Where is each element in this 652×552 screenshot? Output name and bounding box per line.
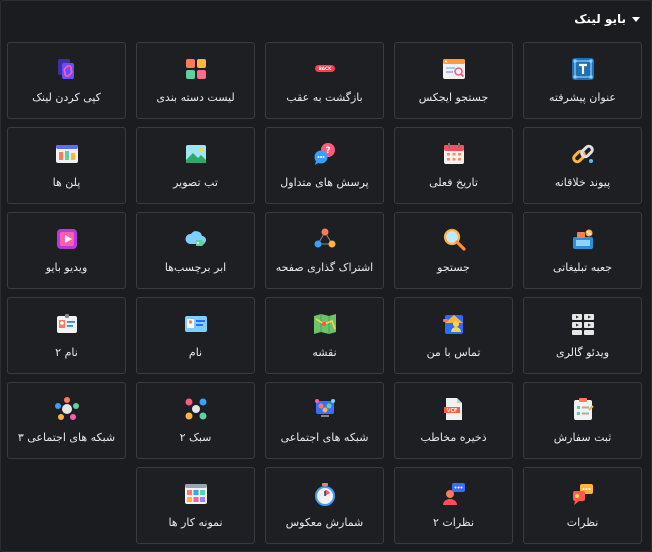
- widget-label: شمارش معکوس: [285, 516, 364, 529]
- calendar-icon: [443, 143, 464, 164]
- widget-label: پیوند خلاقانه: [554, 176, 611, 189]
- widget-card[interactable]: شبکه های اجتماعی: [265, 382, 384, 459]
- video-gallery-icon: [571, 314, 594, 335]
- name-card-icon: [184, 316, 207, 332]
- widget-card[interactable]: ثبت سفارش: [523, 382, 642, 459]
- faq-icon: ?: [314, 143, 335, 165]
- widget-card[interactable]: پیوند خلاقانه: [523, 127, 642, 204]
- widget-card[interactable]: تاریخ فعلی: [394, 127, 513, 204]
- widget-label: ابر برچسب‌ها: [164, 261, 227, 274]
- widget-label: نقشه: [312, 346, 337, 359]
- image-tab-icon: [185, 145, 206, 163]
- widget-label: تماس با من: [426, 346, 481, 359]
- widget-label: کپی کردن لینک: [32, 91, 101, 104]
- widget-card[interactable]: ویدئو گالری: [523, 297, 642, 374]
- save-contact-icon: VCF: [443, 398, 462, 420]
- widget-card[interactable]: VCF ذخیره مخاطب: [394, 382, 513, 459]
- widget-grid: عنوان پیشرفته جستجو ایجکس BACK بازگشت به…: [7, 42, 642, 544]
- social-networks-3-icon: [54, 397, 79, 420]
- promo-box-icon: %: [572, 229, 593, 249]
- widget-card[interactable]: پلن ها: [7, 127, 126, 204]
- creative-link-icon: [571, 144, 594, 164]
- map-icon: [313, 314, 336, 334]
- widget-card[interactable]: اشتراک گذاری صفحه: [265, 212, 384, 289]
- widget-card[interactable]: نمونه کار ها: [136, 467, 255, 544]
- category-list-icon: [185, 59, 206, 79]
- ajax-search-icon: [442, 59, 465, 79]
- widget-card[interactable]: ابر برچسب‌ها: [136, 212, 255, 289]
- widget-card[interactable]: کپی کردن لینک: [7, 42, 126, 119]
- section-title: بایو لینک: [574, 12, 626, 26]
- widget-card[interactable]: ویدیو بایو: [7, 212, 126, 289]
- widget-card[interactable]: لیست دسته بندی: [136, 42, 255, 119]
- name-card-2-icon: [56, 314, 77, 333]
- countdown-icon: [314, 483, 335, 506]
- widget-label: ویدیو بایو: [45, 261, 88, 274]
- video-bio-icon: [56, 229, 77, 249]
- tag-cloud-icon: [184, 231, 206, 246]
- widget-card[interactable]: نام: [136, 297, 255, 374]
- widget-card[interactable]: نام ۲: [7, 297, 126, 374]
- widget-card[interactable]: نظرات: [523, 467, 642, 544]
- testimonials-icon: [572, 484, 593, 505]
- caret-down-icon[interactable]: [632, 16, 640, 22]
- widget-label: لیست دسته بندی: [156, 91, 235, 104]
- widget-label: جعبه تبلیغاتی: [552, 261, 613, 274]
- widget-card[interactable]: جستجو ایجکس: [394, 42, 513, 119]
- back-button-icon: BACK: [314, 65, 335, 72]
- widget-card[interactable]: نظرات ۲: [394, 467, 513, 544]
- portfolio-icon: [184, 484, 207, 504]
- back-badge-text: BACK: [318, 66, 332, 71]
- widget-card[interactable]: شمارش معکوس: [265, 467, 384, 544]
- widget-label: نام: [188, 346, 203, 359]
- social-networks-icon: [314, 399, 335, 417]
- vcf-badge-text: VCF: [446, 408, 457, 414]
- widget-label: جستجو: [437, 261, 470, 274]
- widget-label: سبک ۲: [179, 431, 212, 444]
- contact-me-icon: [442, 315, 463, 334]
- widget-label: نام ۲: [55, 346, 78, 359]
- widget-card[interactable]: جستجو: [394, 212, 513, 289]
- widget-card[interactable]: سبک ۲: [136, 382, 255, 459]
- search-icon: [443, 228, 466, 251]
- widget-label: تب تصویر: [173, 176, 218, 189]
- section-header[interactable]: بایو لینک: [574, 12, 640, 26]
- widget-card[interactable]: تماس با من: [394, 297, 513, 374]
- share-page-icon: [314, 228, 335, 248]
- widget-label: جستجو ایجکس: [418, 91, 489, 104]
- widget-label: پرسش های متداول: [280, 176, 369, 189]
- widget-card[interactable]: ? پرسش های متداول: [265, 127, 384, 204]
- widget-label: نظرات ۲: [433, 516, 474, 529]
- widget-label: شبکه های اجتماعی ۳: [17, 431, 116, 444]
- pricing-plans-icon: [55, 145, 78, 163]
- widget-card[interactable]: عنوان پیشرفته: [523, 42, 642, 119]
- widget-card[interactable]: BACK بازگشت به عقب: [265, 42, 384, 119]
- testimonials-2-icon: [442, 483, 465, 505]
- social-style-2-icon: [185, 398, 206, 420]
- widget-label: بازگشت به عقب: [286, 91, 363, 104]
- widget-card[interactable]: شبکه های اجتماعی ۳: [7, 382, 126, 459]
- order-form-icon: [573, 398, 594, 420]
- widget-label: ذخیره مخاطب: [420, 431, 487, 444]
- widget-label: ثبت سفارش: [553, 431, 612, 444]
- svg-text:%: %: [586, 231, 591, 237]
- widget-label: عنوان پیشرفته: [549, 91, 616, 104]
- widget-label: شبکه های اجتماعی: [280, 431, 369, 444]
- widget-label: نمونه کار ها: [168, 516, 223, 529]
- widget-card[interactable]: نقشه: [265, 297, 384, 374]
- widget-label: پلن ها: [52, 176, 81, 189]
- widget-card[interactable]: تب تصویر: [136, 127, 255, 204]
- title-icon: [571, 58, 594, 80]
- widget-label: نظرات: [566, 516, 599, 529]
- widget-label: ویدئو گالری: [556, 346, 610, 359]
- copy-link-icon: [57, 59, 74, 79]
- widget-label: تاریخ فعلی: [429, 176, 478, 189]
- widget-card[interactable]: % جعبه تبلیغاتی: [523, 212, 642, 289]
- widget-label: اشتراک گذاری صفحه: [275, 261, 374, 274]
